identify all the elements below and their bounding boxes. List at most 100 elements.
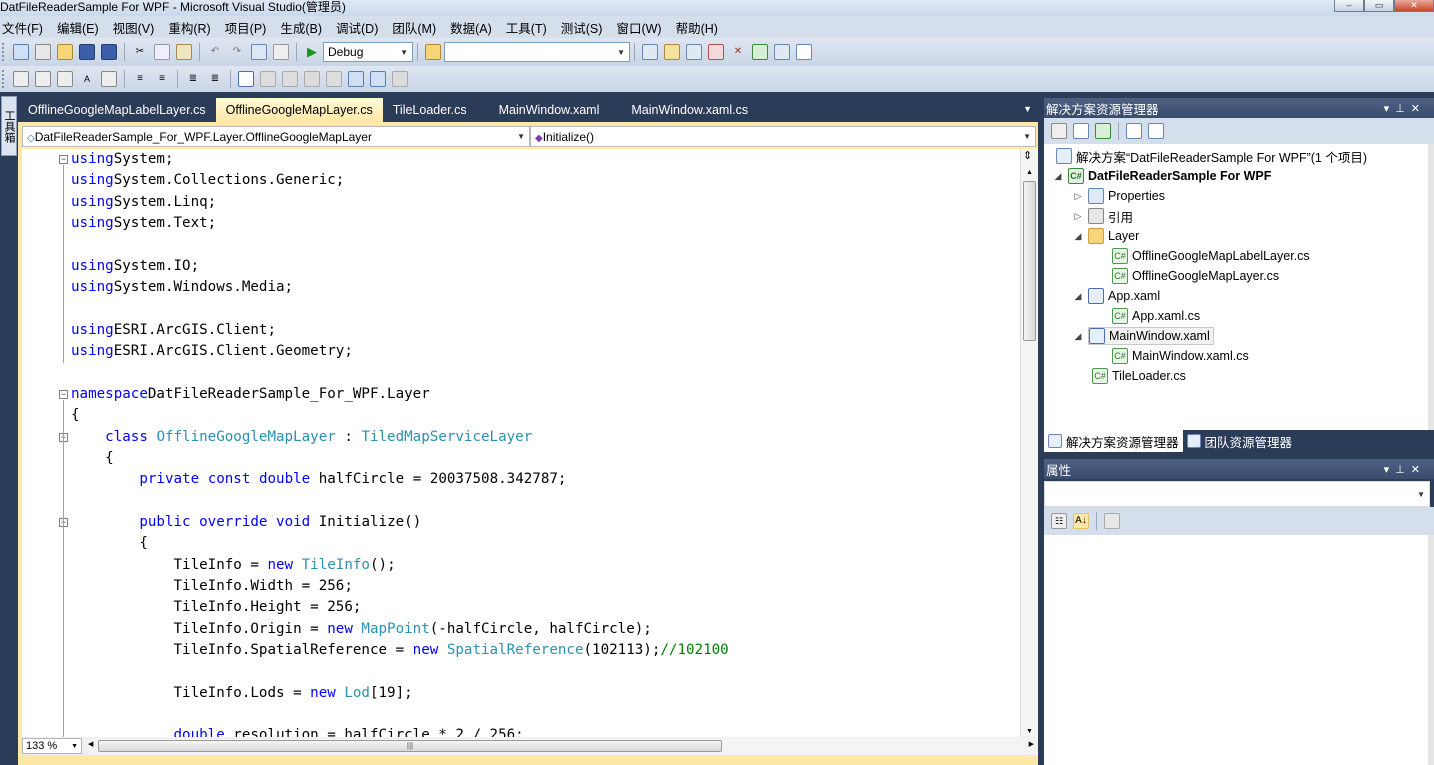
tab-offline-google-map-label-layer[interactable]: OfflineGoogleMapLabelLayer.cs (18, 98, 216, 122)
code-line[interactable]: namespaceDatFileReaderSample_For_WPF.Lay… (71, 384, 430, 405)
close-button[interactable]: ✕ (1394, 0, 1434, 12)
properties-grid[interactable] (1044, 535, 1428, 765)
menu-tools[interactable]: 工具(T) (506, 18, 547, 37)
menu-test[interactable]: 测试(S) (561, 18, 603, 37)
format-icon[interactable] (101, 71, 117, 87)
parameter-info-icon[interactable] (35, 71, 51, 87)
clear-bookmarks-icon[interactable] (392, 71, 408, 87)
bookmark-icon[interactable] (238, 71, 254, 87)
object-browser-icon[interactable] (686, 44, 702, 60)
menu-project[interactable]: 项目(P) (225, 18, 267, 37)
copy-icon[interactable] (154, 44, 170, 60)
complete-word-icon[interactable]: A (79, 71, 95, 87)
solution-config-select[interactable]: Debug ▼ (323, 42, 413, 62)
menu-help[interactable]: 帮助(H) (676, 18, 718, 37)
code-line[interactable]: usingSystem; (71, 149, 174, 170)
collapse-icon[interactable]: ◢ (1072, 291, 1084, 302)
paste-icon[interactable] (176, 44, 192, 60)
split-editor-icon[interactable]: ⇕ (1023, 151, 1032, 162)
menu-data[interactable]: 数据(A) (450, 18, 492, 37)
indicator-margin[interactable] (22, 149, 44, 737)
code-line[interactable]: double resolution = halfCircle * 2 / 256… (71, 725, 524, 737)
code-line[interactable]: usingSystem.IO; (71, 256, 199, 277)
code-line[interactable]: TileInfo.Height = 256; (71, 597, 361, 618)
prev-bookmark-icon[interactable] (260, 71, 276, 87)
properties-scrollbar[interactable] (1428, 535, 1434, 765)
start-page-icon[interactable] (752, 44, 768, 60)
menu-view[interactable]: 视图(V) (113, 18, 155, 37)
code-line[interactable]: usingSystem.Text; (71, 213, 216, 234)
platform-select[interactable]: ▼ (444, 42, 630, 62)
code-line[interactable]: usingSystem.Collections.Generic; (71, 170, 344, 191)
start-debugging-icon[interactable]: ▶ (304, 44, 320, 60)
scroll-up-icon[interactable]: ▲ (1026, 169, 1033, 176)
code-line[interactable]: TileInfo.SpatialReference = new SpatialR… (71, 640, 728, 661)
tree-node-project[interactable]: ◢ C# DatFileReaderSample For WPF (1052, 166, 1271, 186)
menu-file[interactable]: 文件(F) (2, 18, 43, 37)
view-code-icon[interactable] (1126, 123, 1142, 139)
solution-tree-scrollbar[interactable] (1428, 144, 1434, 430)
extension-manager-icon[interactable] (774, 44, 790, 60)
prev-bookmark-doc-icon[interactable] (348, 71, 364, 87)
code-line[interactable]: { (71, 533, 148, 554)
toolbox-tab[interactable]: 工具箱 (1, 96, 17, 156)
decrease-indent-icon[interactable]: ≡ (132, 71, 148, 87)
code-line[interactable]: usingESRI.ArcGIS.Client; (71, 320, 276, 341)
toolbar-grip[interactable] (2, 70, 6, 88)
collapse-outline-icon[interactable]: − (59, 155, 68, 164)
scroll-right-icon[interactable]: ▶ (1029, 740, 1034, 748)
tab-main-window-xaml-cs[interactable]: MainWindow.xaml.cs (621, 98, 758, 122)
tree-node-tile-loader[interactable]: C# TileLoader.cs (1092, 366, 1186, 386)
vertical-scroll-thumb[interactable] (1023, 181, 1036, 341)
properties-window-icon[interactable] (664, 44, 680, 60)
command-window-icon[interactable] (796, 44, 812, 60)
collapse-outline-icon[interactable]: − (59, 389, 68, 399)
undo-icon[interactable]: ↶ (207, 44, 223, 60)
restore-button[interactable]: ▭ (1364, 0, 1394, 12)
save-icon[interactable] (79, 44, 95, 60)
menu-build[interactable]: 生成(B) (280, 18, 322, 37)
tree-node-main-window-xaml-cs[interactable]: C# MainWindow.xaml.cs (1112, 346, 1249, 366)
redo-icon[interactable]: ↷ (229, 44, 245, 60)
pin-icon[interactable]: ⊥ (1395, 103, 1411, 115)
minimize-button[interactable]: – (1334, 0, 1364, 12)
tree-node-app-xaml-cs[interactable]: C# App.xaml.cs (1112, 306, 1200, 326)
properties-object-select[interactable]: ▼ (1044, 481, 1430, 507)
find-in-files-icon[interactable] (425, 44, 441, 60)
menu-refactor[interactable]: 重构(R) (168, 18, 210, 37)
menu-window[interactable]: 窗口(W) (616, 18, 661, 37)
save-all-icon[interactable] (101, 44, 117, 60)
close-icon[interactable]: ✕ (1411, 464, 1426, 476)
vertical-scrollbar[interactable]: ⇕ ▲ ▼ (1020, 149, 1038, 737)
tree-node-properties[interactable]: ▷ Properties (1072, 186, 1165, 206)
cut-icon[interactable]: ✂ (132, 44, 148, 60)
close-icon[interactable]: ✕ (1411, 103, 1426, 115)
type-dropdown[interactable]: ◇DatFileReaderSample_For_WPF.Layer.Offli… (22, 126, 530, 147)
next-bookmark-doc-icon[interactable] (370, 71, 386, 87)
code-editor[interactable]: −−−− usingSystem;usingSystem.Collections… (22, 149, 1020, 737)
pin-icon[interactable]: ⊥ (1395, 464, 1411, 476)
property-pages-icon[interactable] (1104, 513, 1120, 529)
toolbox-icon[interactable] (708, 44, 724, 60)
tree-node-layer-folder[interactable]: ◢ Layer (1072, 226, 1139, 246)
code-line[interactable]: class OfflineGoogleMapLayer : TiledMapSe… (71, 427, 532, 448)
comment-icon[interactable]: ≣ (185, 71, 201, 87)
menu-debug[interactable]: 调试(D) (336, 18, 378, 37)
increase-indent-icon[interactable]: ≡ (154, 71, 170, 87)
tab-dropdown-icon[interactable]: ▼ (1023, 104, 1032, 114)
expand-icon[interactable]: ▷ (1072, 211, 1084, 222)
tab-solution-explorer[interactable]: 解决方案资源管理器 (1044, 430, 1183, 452)
tree-node-app-xaml[interactable]: ◢ App.xaml (1072, 286, 1160, 306)
alphabetical-icon[interactable]: A↓ (1073, 513, 1089, 529)
code-line[interactable]: usingESRI.ArcGIS.Client.Geometry; (71, 341, 353, 362)
collapse-icon[interactable]: ◢ (1052, 171, 1064, 182)
collapse-icon[interactable]: ◢ (1072, 231, 1084, 242)
expand-icon[interactable]: ▷ (1072, 191, 1084, 202)
new-project-icon[interactable] (13, 44, 29, 60)
code-line[interactable]: TileInfo = new TileInfo(); (71, 555, 395, 576)
quick-info-icon[interactable] (57, 71, 73, 87)
next-bookmark-folder-icon[interactable] (326, 71, 342, 87)
scroll-left-icon[interactable]: ◀ (88, 740, 93, 748)
properties-icon[interactable] (1051, 123, 1067, 139)
next-bookmark-icon[interactable] (282, 71, 298, 87)
